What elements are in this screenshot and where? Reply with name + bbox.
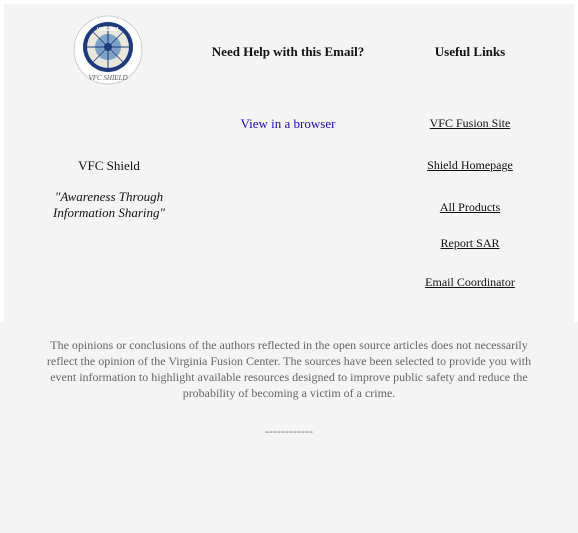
motto-line-2: Information Sharing" (53, 205, 165, 220)
brand-name: VFC Shield (78, 158, 140, 173)
logo-bottom-text: VFC SHIELD (88, 74, 127, 82)
disclaimer-text: The opinions or conclusions of the autho… (46, 338, 532, 400)
view-in-browser-link[interactable]: View in a browser (241, 116, 336, 131)
vfc-shield-logo: VIRGINIA VFC SHIELD (73, 15, 143, 85)
link-email-coordinator[interactable]: Email Coordinator (400, 275, 540, 290)
help-heading: Need Help with this Email? (211, 44, 365, 59)
link-report-sar[interactable]: Report SAR (400, 236, 540, 251)
footer-divider: ------------ (265, 424, 313, 438)
link-shield-homepage[interactable]: Shield Homepage (400, 158, 540, 173)
links-heading: Useful Links (434, 44, 506, 59)
logo-top-text: VIRGINIA (97, 27, 120, 33)
brand-motto: "Awareness Through Information Sharing" (24, 189, 194, 221)
link-all-products[interactable]: All Products (400, 200, 540, 215)
link-vfc-fusion-site[interactable]: VFC Fusion Site (400, 116, 540, 131)
motto-line-1: "Awareness Through (54, 189, 164, 204)
